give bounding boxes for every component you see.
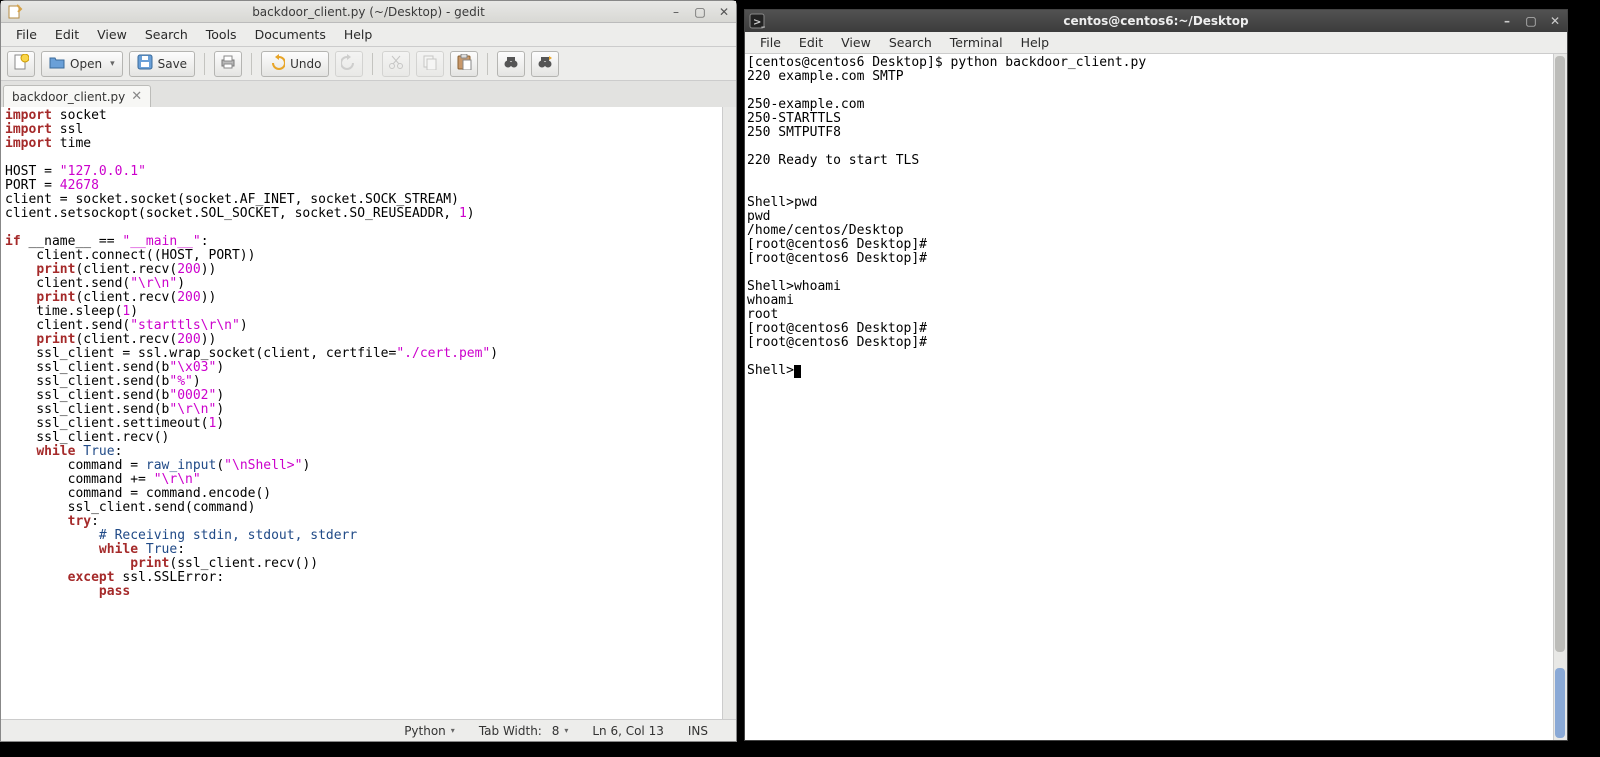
undo-button[interactable]: Undo [261, 51, 329, 77]
new-file-button[interactable] [7, 51, 35, 77]
document-tab[interactable]: backdoor_client.py ✕ [3, 85, 151, 107]
editor-scrollbar[interactable] [722, 107, 736, 719]
status-cursor-position: Ln 6, Col 13 [592, 724, 664, 738]
toolbar-separator [251, 53, 252, 75]
terminal-menubar: File Edit View Search Terminal Help [745, 32, 1567, 54]
print-button[interactable] [214, 51, 242, 77]
binoculars-icon [503, 54, 519, 73]
replace-button[interactable] [531, 51, 559, 77]
gedit-titlebar[interactable]: backdoor_client.py (~/Desktop) - gedit –… [1, 1, 736, 23]
copy-icon [422, 54, 438, 73]
open-button[interactable]: Open ▾ [41, 51, 123, 77]
save-button-label: Save [158, 57, 187, 71]
new-file-icon [13, 54, 29, 73]
find-button[interactable] [497, 51, 525, 77]
toolbar-separator [487, 53, 488, 75]
toolbar-separator [372, 53, 373, 75]
gedit-statusbar: Python Tab Width: 8 Ln 6, Col 13 INS [1, 719, 736, 741]
gedit-tabstrip: backdoor_client.py ✕ [1, 81, 736, 107]
scissors-icon [388, 54, 404, 73]
scrollbar-thumb-overflow[interactable] [1555, 668, 1565, 738]
close-button[interactable]: ✕ [716, 4, 732, 20]
maximize-button[interactable]: ▢ [692, 4, 708, 20]
gedit-toolbar: Open ▾ Save Undo [1, 47, 736, 81]
redo-button[interactable] [335, 51, 363, 77]
printer-icon [220, 54, 236, 73]
find-replace-icon [537, 54, 553, 73]
cut-button[interactable] [382, 51, 410, 77]
status-tabwidth[interactable]: Tab Width: 8 [479, 724, 569, 738]
save-icon [137, 54, 153, 73]
gedit-window: backdoor_client.py (~/Desktop) - gedit –… [0, 0, 737, 742]
undo-button-label: Undo [290, 57, 321, 71]
menu-file[interactable]: File [7, 25, 46, 44]
clipboard-icon [456, 54, 472, 73]
menu-file[interactable]: File [751, 33, 790, 52]
editor-viewport[interactable]: import socket import ssl import time HOS… [1, 107, 736, 719]
terminal-title-text: centos@centos6:~/Desktop [1063, 14, 1248, 28]
paste-button[interactable] [450, 51, 478, 77]
undo-icon [269, 54, 285, 73]
terminal-window: >_ centos@centos6:~/Desktop – ▢ ✕ File E… [744, 9, 1568, 741]
menu-edit[interactable]: Edit [46, 25, 88, 44]
menu-view[interactable]: View [832, 33, 880, 52]
scrollbar-thumb[interactable] [1555, 56, 1565, 652]
menu-documents[interactable]: Documents [246, 25, 335, 44]
menu-help[interactable]: Help [335, 25, 382, 44]
menu-search[interactable]: Search [880, 33, 941, 52]
menu-help[interactable]: Help [1012, 33, 1059, 52]
save-button[interactable]: Save [129, 51, 195, 77]
code-content: import socket import ssl import time HOS… [1, 107, 736, 601]
menu-view[interactable]: View [88, 25, 136, 44]
menu-terminal[interactable]: Terminal [941, 33, 1012, 52]
gedit-menubar: File Edit View Search Tools Documents He… [1, 23, 736, 47]
maximize-button[interactable]: ▢ [1523, 13, 1539, 29]
terminal-viewport[interactable]: [centos@centos6 Desktop]$ python backdoo… [745, 54, 1567, 740]
toolbar-separator [204, 53, 205, 75]
terminal-titlebar[interactable]: >_ centos@centos6:~/Desktop – ▢ ✕ [745, 10, 1567, 32]
terminal-output: [centos@centos6 Desktop]$ python backdoo… [745, 54, 1567, 380]
terminal-app-icon: >_ [749, 13, 765, 32]
minimize-button[interactable]: – [668, 4, 684, 20]
gedit-title-text: backdoor_client.py (~/Desktop) - gedit [252, 5, 485, 19]
redo-icon [341, 54, 357, 73]
document-tab-label: backdoor_client.py [12, 90, 125, 104]
status-language[interactable]: Python [404, 724, 455, 738]
status-insert-mode: INS [688, 724, 708, 738]
tab-close-icon[interactable]: ✕ [131, 89, 142, 104]
open-button-label: Open [70, 57, 102, 71]
close-button[interactable]: ✕ [1547, 13, 1563, 29]
menu-tools[interactable]: Tools [197, 25, 246, 44]
terminal-cursor [794, 365, 801, 378]
svg-text:>_: >_ [753, 17, 765, 28]
menu-search[interactable]: Search [136, 25, 197, 44]
gedit-app-icon [7, 4, 23, 20]
folder-open-icon [49, 54, 65, 73]
chevron-down-icon: ▾ [110, 59, 115, 69]
minimize-button[interactable]: – [1499, 13, 1515, 29]
terminal-scrollbar[interactable] [1553, 54, 1567, 740]
menu-edit[interactable]: Edit [790, 33, 832, 52]
copy-button[interactable] [416, 51, 444, 77]
